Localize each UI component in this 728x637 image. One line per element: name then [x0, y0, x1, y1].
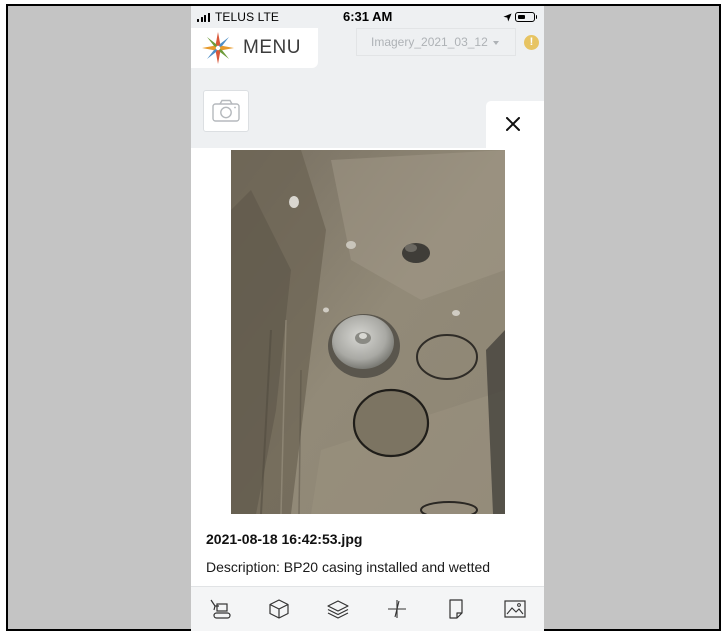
caret-down-icon: [493, 41, 499, 45]
cube-icon: [269, 599, 289, 619]
carrier-label: TELUS LTE: [215, 10, 280, 24]
signal-strength-icon: [197, 13, 211, 22]
layers-icon: [327, 600, 349, 619]
3d-view-button[interactable]: [267, 598, 291, 620]
excavator-icon: [210, 599, 231, 619]
camera-icon: [212, 99, 240, 122]
imagery-dropdown[interactable]: Imagery_2021_03_12: [356, 28, 516, 56]
menu-button[interactable]: MENU: [191, 28, 318, 68]
document-icon: [449, 599, 463, 619]
location-arrow-icon: [503, 13, 512, 22]
photo-viewer-panel: 2021-08-18 16:42:53.jpg Description: BP2…: [191, 148, 544, 586]
bottom-toolbar: [191, 586, 544, 631]
phone-screen: TELUS LTE 6:31 AM MENU Imagery_2021_03_1…: [191, 6, 544, 631]
compass-star-logo: [202, 32, 234, 64]
measure-icon: [388, 600, 406, 618]
site-photo[interactable]: [231, 150, 505, 514]
layers-button[interactable]: [326, 598, 350, 620]
close-icon: [506, 117, 520, 131]
photo-description: Description: BP20 casing installed and w…: [206, 559, 491, 575]
imagery-selected-value: Imagery_2021_03_12: [371, 35, 488, 49]
alert-icon[interactable]: !: [524, 35, 539, 50]
image-icon: [504, 600, 526, 618]
excavator-tool-button[interactable]: [208, 598, 232, 620]
status-time: 6:31 AM: [343, 9, 393, 24]
photo-image: [231, 150, 505, 514]
documents-button[interactable]: [444, 598, 468, 620]
photo-filename: 2021-08-18 16:42:53.jpg: [206, 531, 363, 547]
menu-label: MENU: [243, 37, 301, 58]
battery-icon: [515, 12, 537, 22]
measure-button[interactable]: [385, 598, 409, 620]
camera-button[interactable]: [203, 90, 249, 132]
close-button[interactable]: [486, 101, 544, 151]
status-bar: TELUS LTE 6:31 AM: [191, 6, 544, 28]
imagery-button[interactable]: [503, 598, 527, 620]
